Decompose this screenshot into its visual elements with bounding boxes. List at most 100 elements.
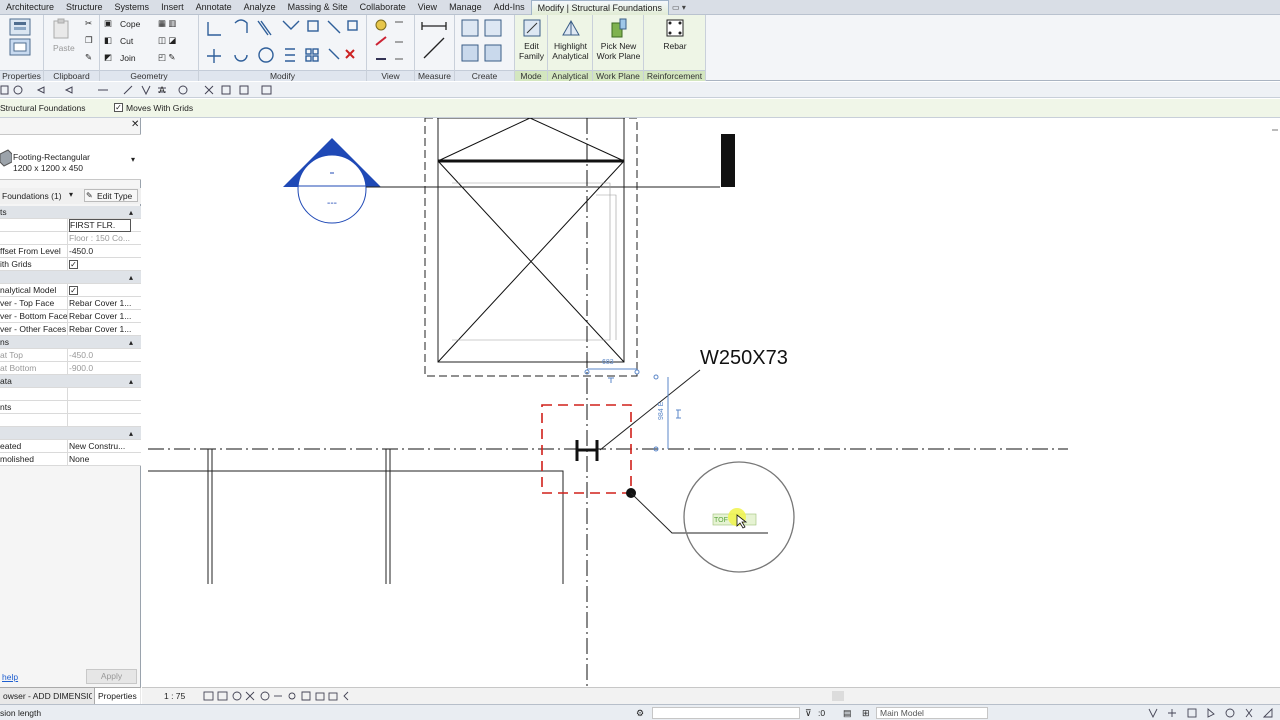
property-value[interactable]: ✓ [69, 258, 131, 271]
tab-insert[interactable]: Insert [155, 0, 190, 15]
tab-manage[interactable]: Manage [443, 0, 488, 15]
property-row[interactable] [0, 414, 141, 427]
view-control-icons[interactable] [202, 690, 382, 704]
tab-architecture[interactable]: Architecture [0, 0, 60, 15]
tab-systems[interactable]: Systems [109, 0, 156, 15]
beam-tag[interactable]: W250X73 [700, 347, 788, 369]
property-value[interactable] [69, 401, 131, 414]
dimension-top[interactable]: 683 [602, 359, 614, 366]
close-icon[interactable]: ✕ [131, 120, 139, 130]
join-icon[interactable]: ◩ [104, 52, 112, 63]
design-options-icon[interactable]: ▤ [843, 708, 852, 719]
property-value[interactable]: ✓ [69, 284, 131, 297]
properties-icon[interactable] [8, 17, 34, 57]
property-value[interactable]: Rebar Cover 1... [69, 323, 131, 336]
tab-structure[interactable]: Structure [60, 0, 109, 15]
property-group-header[interactable]: ts ▴ [0, 206, 141, 219]
cut-icon[interactable]: ◧ [104, 35, 112, 46]
selection-settings-icons[interactable] [1146, 707, 1276, 719]
quick-access-icons[interactable]: A [0, 82, 300, 98]
property-row[interactable]: nalytical Model ✓ [0, 284, 141, 297]
copy-icon[interactable]: ❐ [85, 35, 93, 46]
collapse-chevron-icon[interactable]: ▴ [129, 375, 133, 388]
property-row[interactable]: ffset From Level -450.0 [0, 245, 141, 258]
worksets-icon[interactable]: ⚙ [636, 708, 644, 719]
collapse-chevron-icon[interactable]: ▴ [129, 271, 133, 284]
property-checkbox[interactable]: ✓ [69, 260, 78, 269]
split-face-icon[interactable]: ▦ ▥ [158, 18, 176, 29]
property-row[interactable]: at Top -450.0 [0, 349, 141, 362]
property-checkbox[interactable]: ✓ [69, 286, 78, 295]
property-row[interactable]: molished None [0, 453, 141, 466]
main-model-icon[interactable]: ⊞ [862, 708, 870, 719]
dimension-side[interactable]: 984 E [658, 401, 665, 420]
view-scale[interactable]: 1 : 75 [164, 691, 185, 701]
create-tools-icons[interactable] [459, 17, 511, 67]
cope-icon[interactable]: ▣ [104, 18, 112, 29]
tab-project-browser[interactable]: owser - ADD DIMENSIO... [0, 688, 92, 704]
paste-icon[interactable] [52, 18, 72, 40]
tab-analyze[interactable]: Analyze [238, 0, 282, 15]
property-group-header[interactable]: ▴ [0, 271, 141, 284]
edit-family-button[interactable]: Edit Family [515, 17, 548, 61]
type-dropdown-chevron-icon[interactable]: ▾ [131, 155, 135, 164]
property-row[interactable]: ver - Top Face Rebar Cover 1... [0, 297, 141, 310]
paste-button[interactable]: Paste [53, 43, 75, 53]
tab-view[interactable]: View [412, 0, 443, 15]
drawing-canvas[interactable]: --- W250X73 683 984 E TOF [142, 118, 1280, 687]
modify-tools-icons[interactable] [203, 17, 363, 67]
measure-icon[interactable] [419, 18, 451, 66]
instance-filter-dropdown[interactable]: Foundations (1) [2, 191, 62, 201]
collapse-chevron-icon[interactable]: ▴ [129, 427, 133, 440]
property-value[interactable]: Rebar Cover 1... [69, 310, 131, 323]
filter-icon[interactable]: ⊽ [805, 708, 812, 719]
property-group-header[interactable]: ▴ [0, 427, 141, 440]
property-row[interactable]: ver - Bottom Face Rebar Cover 1... [0, 310, 141, 323]
type-selector[interactable]: Footing-Rectangular 1200 x 1200 x 450 ▾ [0, 134, 141, 180]
highlight-analytical-button[interactable]: Highlight Analytical [548, 17, 593, 61]
join-button[interactable]: Join [120, 53, 136, 63]
property-row[interactable]: nts [0, 401, 141, 414]
apply-button[interactable]: Apply [86, 669, 137, 684]
demolish-icon[interactable]: ◰ ✎ [158, 52, 176, 63]
tab-modify-structural-foundations[interactable]: Modify | Structural Foundations [530, 0, 670, 15]
ribbon-minimize-icon[interactable]: ▭ ▾ [669, 3, 689, 12]
property-value[interactable]: None [69, 453, 131, 466]
main-model-dropdown[interactable]: Main Model [876, 707, 988, 719]
property-row[interactable] [0, 388, 141, 401]
collapse-chevron-icon[interactable]: ▴ [129, 336, 133, 349]
property-row[interactable]: ith Grids ✓ [0, 258, 141, 271]
collapse-chevron-icon[interactable]: ▴ [129, 206, 133, 219]
moves-with-grids-checkbox[interactable]: ✓ [114, 103, 123, 112]
property-group-header[interactable]: ata ▴ [0, 375, 141, 388]
cut-button[interactable]: Cut [120, 36, 133, 46]
tab-collaborate[interactable]: Collaborate [354, 0, 412, 15]
property-row[interactable]: FIRST FLR. [0, 219, 141, 232]
edit-type-button[interactable]: ✎ Edit Type [84, 189, 138, 202]
property-value[interactable]: Rebar Cover 1... [69, 297, 131, 310]
rebar-button[interactable]: Rebar [644, 17, 706, 51]
filter-chevron-icon[interactable]: ▾ [69, 190, 73, 199]
workset-dropdown[interactable] [652, 707, 800, 719]
property-value[interactable]: -450.0 [69, 349, 131, 362]
paint-icon[interactable]: ◫ ◪ [158, 35, 176, 46]
properties-help-link[interactable]: help [2, 672, 18, 682]
property-value[interactable] [69, 414, 131, 427]
property-value[interactable]: Floor : 150 Co... [69, 232, 131, 245]
property-value[interactable]: FIRST FLR. [69, 219, 131, 232]
property-row[interactable]: eated New Constru... [0, 440, 141, 453]
property-group-header[interactable]: ns ▴ [0, 336, 141, 349]
match-properties-icon[interactable]: ✎ [85, 52, 92, 63]
view-tools-icons[interactable] [373, 17, 409, 67]
property-value[interactable]: -900.0 [69, 362, 131, 375]
property-row[interactable]: Floor : 150 Co... [0, 232, 141, 245]
tab-properties[interactable]: Properties [94, 688, 140, 704]
property-value[interactable] [69, 388, 131, 401]
property-row[interactable]: ver - Other Faces Rebar Cover 1... [0, 323, 141, 336]
property-row[interactable]: at Bottom -900.0 [0, 362, 141, 375]
horizontal-scrollbar-thumb[interactable] [832, 691, 844, 701]
property-value[interactable]: New Constru... [69, 440, 131, 453]
cope-button[interactable]: Cope [120, 19, 140, 29]
tab-massing-site[interactable]: Massing & Site [282, 0, 354, 15]
tab-add-ins[interactable]: Add-Ins [488, 0, 531, 15]
